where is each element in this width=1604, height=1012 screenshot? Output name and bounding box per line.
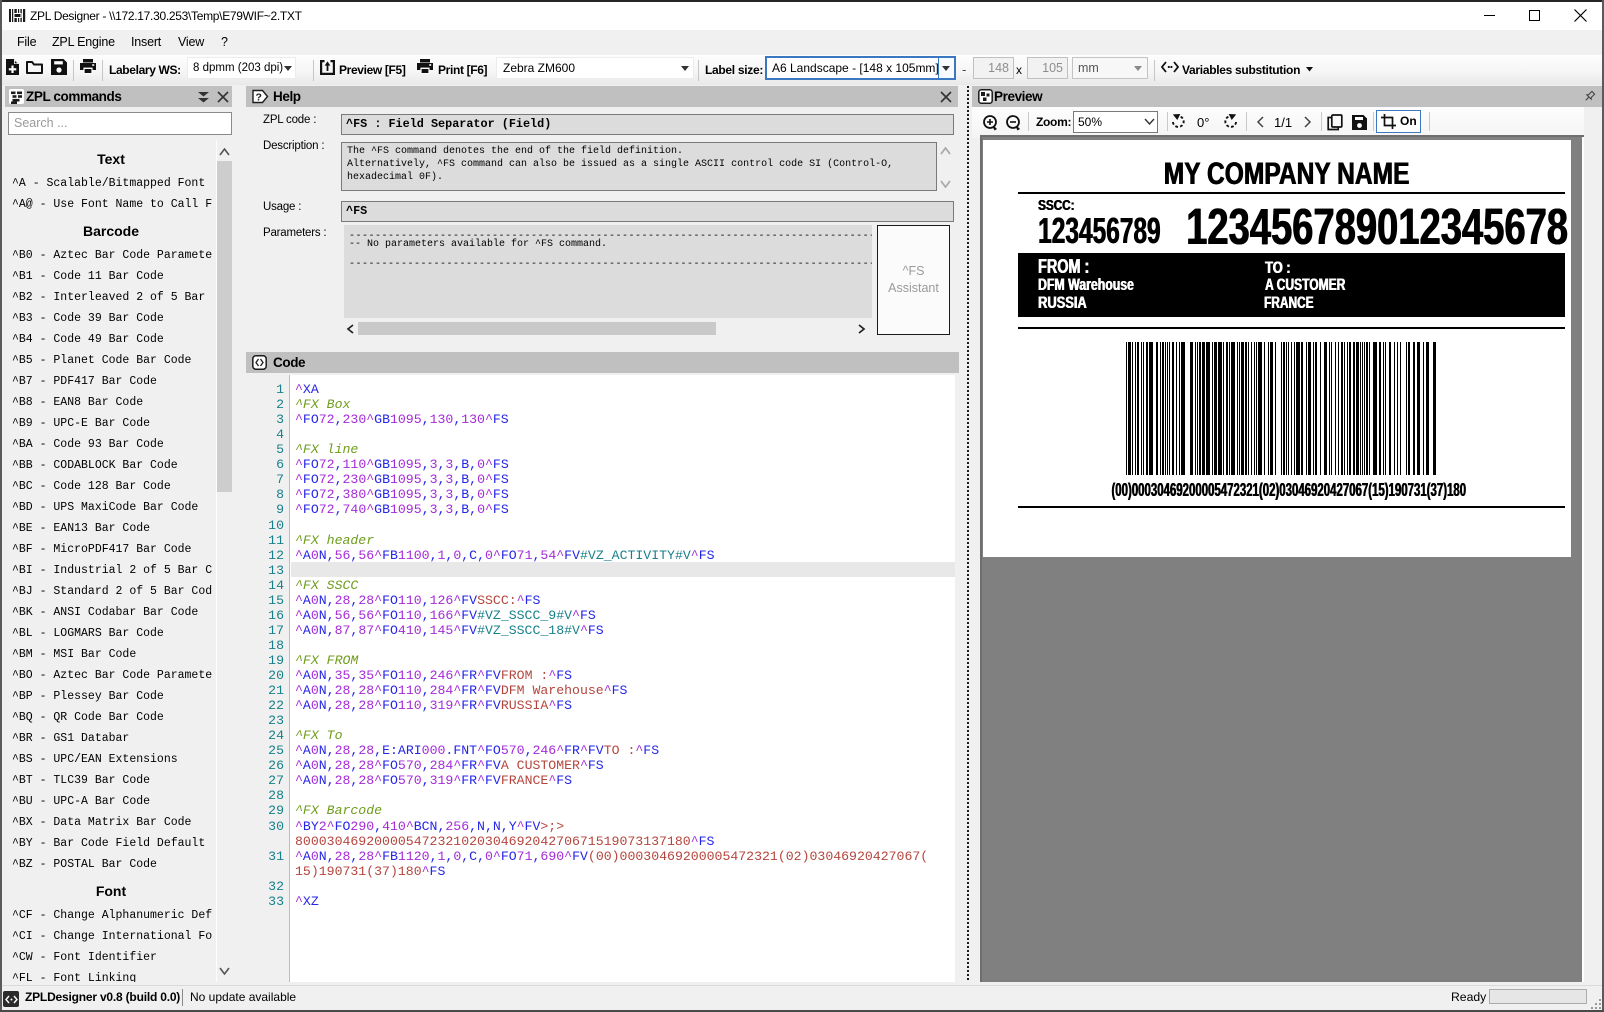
svg-text:?: ? bbox=[255, 92, 261, 104]
